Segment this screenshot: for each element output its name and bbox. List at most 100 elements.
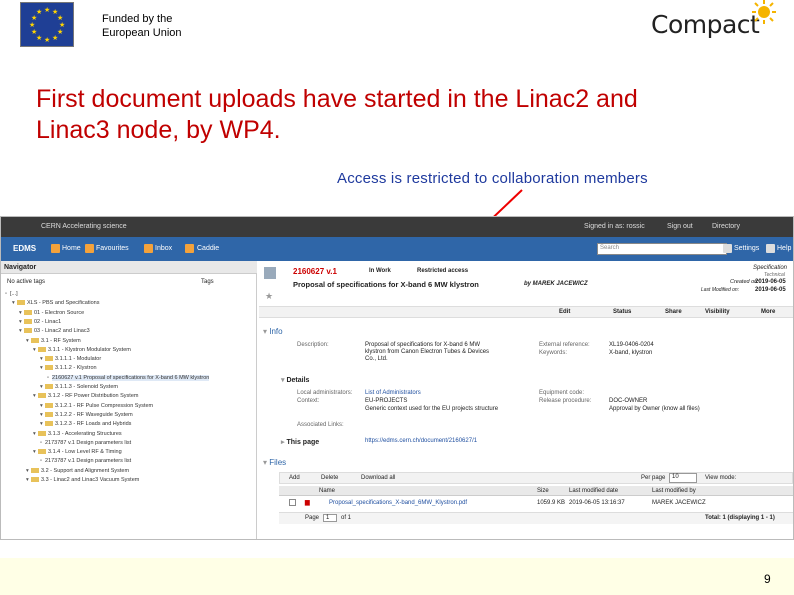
file-modified-by: MAREK JACEWICZ (652, 500, 706, 506)
sign-out-link[interactable]: Sign out (667, 223, 693, 230)
tree-folder-item[interactable]: ▾ 3.1.3 - Accelerating Structures (33, 431, 122, 440)
page-count: of 1 (341, 515, 352, 521)
folder-icon (45, 421, 53, 427)
tree-item-label: 3.1.2.1 - RF Pulse Compression System (55, 402, 154, 409)
edms-screenshot: CERN Accelerating science Signed in as: … (0, 216, 794, 540)
tree-folder-item[interactable]: ▾ 3.1 - RF System (26, 338, 81, 347)
status-button[interactable]: Status (613, 309, 631, 315)
no-active-tags: No active tags (7, 279, 46, 285)
modified-label: Last Modified on: (701, 287, 740, 293)
tree-document-item[interactable]: ▫ 2160627 v.1 Proposal of specifications … (47, 374, 210, 384)
delete-file-button[interactable]: Delete (321, 475, 338, 481)
tree-item-label: 3.1.2.3 - RF Loads and Hybrids (55, 421, 132, 428)
file-name-link[interactable]: Proposal_specifications_X-band_6MW_Klyst… (329, 500, 467, 506)
access-badge: Restricted access (417, 268, 469, 274)
funding-statement: Funded by the European Union (102, 12, 182, 40)
add-file-button[interactable]: Add (289, 475, 300, 481)
tree-folder-item[interactable]: ▾ 03 - Linac2 and Linac3 (19, 328, 90, 337)
column-name[interactable]: Name (319, 488, 335, 494)
tree-document-item[interactable]: ▫ 2173787 v.1 Design parameters list (40, 458, 131, 467)
funding-line-2: European Union (102, 27, 182, 39)
tree-item-label: 3.1.2 - RF Power Distribution System (48, 393, 139, 400)
tags-dropdown[interactable]: Tags (201, 279, 214, 285)
folder-icon (45, 384, 53, 390)
star-icon (85, 244, 94, 253)
per-page-select[interactable]: 10 (669, 473, 697, 483)
keywords-value: X-band, klystron (609, 350, 653, 356)
keywords-label: Keywords: (539, 350, 568, 356)
tree-item-label: [...] (10, 291, 18, 297)
tree-folder-item[interactable]: ▾ 3.1.2.1 - RF Pulse Compression System (40, 403, 153, 412)
context-description: Generic context used for the EU projects… (365, 406, 499, 412)
document-author[interactable]: by MAREK JACEWICZ (524, 281, 588, 287)
edms-logo[interactable]: EDMS (13, 244, 36, 253)
slide-footer (0, 558, 794, 595)
tree-document-item[interactable]: ▫ [...] (5, 291, 18, 300)
visibility-button[interactable]: Visibility (705, 309, 730, 315)
nav-favourites[interactable]: Favourites (96, 245, 129, 252)
tree-folder-item[interactable]: ▾ 3.1.2.2 - RF Waveguide System (40, 412, 133, 421)
local-admins-link[interactable]: List of Administrators (365, 390, 421, 396)
nav-settings[interactable]: Settings (734, 245, 759, 252)
tree-folder-item[interactable]: ▾ 3.1.1.1 - Modulator (40, 356, 101, 365)
folder-icon (38, 346, 46, 352)
page-number: 9 (764, 572, 771, 586)
tree-item-label: 3.1.1 - Klystron Modulator System (48, 346, 131, 353)
file-checkbox[interactable] (289, 499, 296, 506)
document-icon (264, 267, 276, 279)
tree-folder-item[interactable]: ▾ XLS - PBS and Specifications (12, 300, 99, 309)
nav-help[interactable]: Help (777, 245, 791, 252)
status-badge: In Work (369, 268, 391, 274)
page-input[interactable]: 1 (323, 514, 337, 522)
tree-item-label: 2173787 v.1 Design parameters list (45, 439, 132, 446)
folder-icon (31, 337, 39, 343)
tree-folder-item[interactable]: ▾ 3.3 - Linac2 and Linac3 Vacuum System (26, 477, 139, 486)
details-section-toggle[interactable]: ▾ Details (281, 376, 309, 384)
this-page-link[interactable]: https://edms.cern.ch/document/2160627/1 (365, 438, 477, 444)
column-size[interactable]: Size (537, 488, 549, 494)
column-date[interactable]: Last modified date (569, 488, 618, 494)
tree-folder-item[interactable]: ▾ 3.1.2.3 - RF Loads and Hybrids (40, 421, 131, 430)
nav-home[interactable]: Home (62, 245, 81, 252)
tree-item-label: 3.1.3 - Accelerating Structures (48, 430, 122, 437)
tree-folder-item[interactable]: ▾ 01 - Electron Source (19, 310, 84, 319)
folder-icon (45, 411, 53, 417)
tree-item-label: 2173787 v.1 Design parameters list (45, 458, 132, 465)
tree-item-label: 2160627 v.1 Proposal of specifications f… (52, 374, 210, 381)
files-section-toggle[interactable]: ▾ Files (263, 458, 286, 467)
external-reference-label: External reference: (539, 342, 590, 348)
download-all-button[interactable]: Download all (361, 475, 395, 481)
tree-folder-item[interactable]: ▾ 3.1.4 - Low Level RF & Timing (33, 449, 122, 458)
pdf-icon: ▆ (305, 500, 310, 506)
tree-folder-item[interactable]: ▾ 02 - Linac1 (19, 319, 61, 328)
tree-item-label: 01 - Electron Source (34, 309, 85, 316)
files-heading: Files (269, 458, 287, 467)
tree-folder-item[interactable]: ▾ 3.1.1.2 - Klystron (40, 365, 97, 374)
document-id: 2160627 v.1 (293, 267, 337, 276)
star-icon[interactable]: ★ (265, 291, 273, 302)
search-input[interactable]: Search (597, 243, 727, 255)
release-procedure-label: Release procedure: (539, 398, 592, 404)
more-button[interactable]: More (761, 309, 775, 315)
associated-links-label: Associated Links: (297, 422, 344, 428)
navigator-panel: Navigator No active tags Tags ▫ [...] ▾ XLS… (1, 261, 257, 539)
this-page-toggle[interactable]: ▸ This page (281, 438, 319, 446)
tree-item-label: 3.1 - RF System (41, 337, 81, 344)
nav-inbox[interactable]: Inbox (155, 245, 172, 252)
tree-folder-item[interactable]: ▾ 3.1.2 - RF Power Distribution System (33, 393, 138, 402)
tree-document-item[interactable]: ▫ 2173787 v.1 Design parameters list (40, 440, 131, 449)
cern-brand[interactable]: CERN Accelerating science (41, 223, 127, 230)
column-modified-by[interactable]: Last modified by (652, 488, 696, 494)
folder-icon (24, 328, 32, 334)
nav-caddie[interactable]: Caddie (197, 245, 219, 252)
tree-folder-item[interactable]: ▾ 3.1.1 - Klystron Modulator System (33, 347, 131, 356)
this-page-label: This page (286, 439, 320, 446)
directory-link[interactable]: Directory (712, 223, 740, 230)
tree-folder-item[interactable]: ▾ 3.1.1.3 - Solenoid System (40, 384, 118, 393)
created-value: 2019-06-05 (755, 279, 786, 285)
edit-button[interactable]: Edit (559, 309, 570, 315)
tree-folder-item[interactable]: ▾ 3.2 - Support and Alignment System (26, 468, 129, 477)
info-section-toggle[interactable]: ▾ Info (263, 327, 283, 336)
folder-icon (24, 309, 32, 315)
share-button[interactable]: Share (665, 309, 682, 315)
